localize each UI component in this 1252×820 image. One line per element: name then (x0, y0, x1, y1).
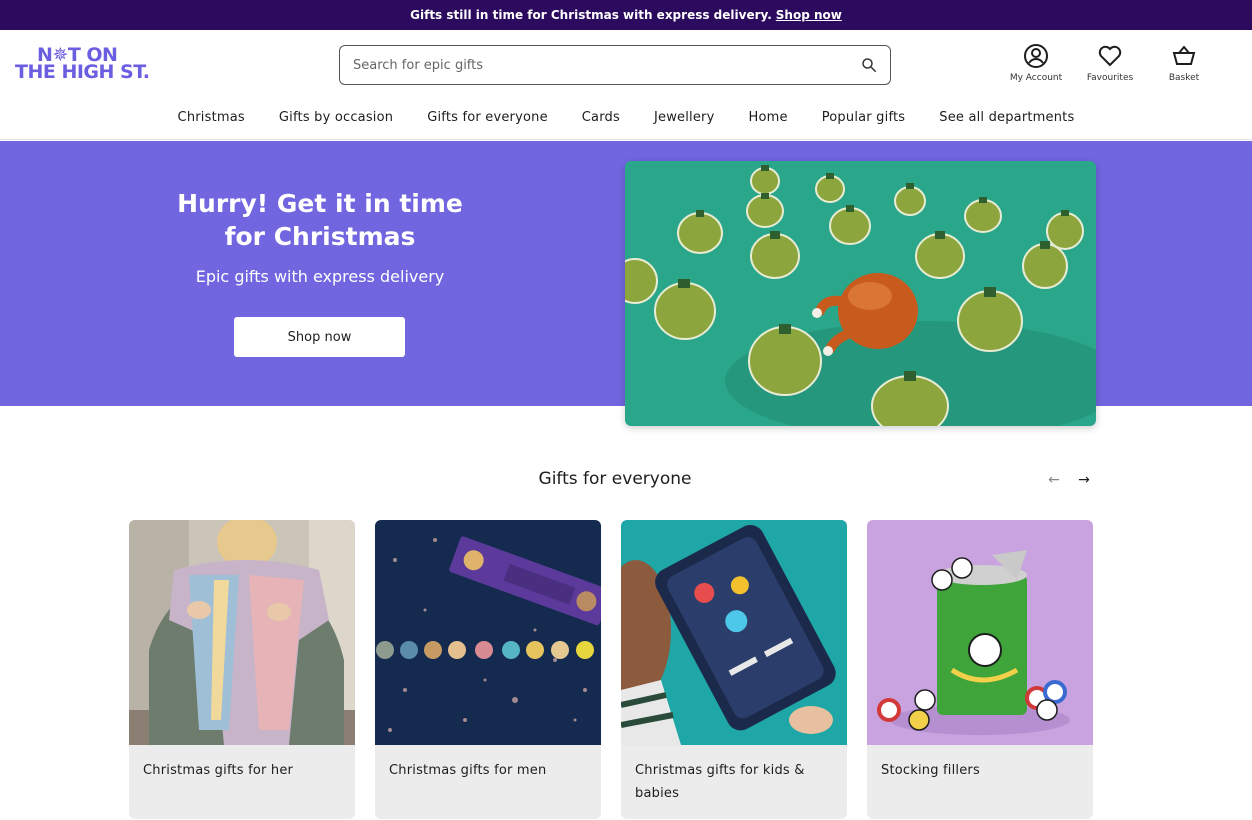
hero-title: Hurry! Get it in time for Christmas (177, 189, 463, 251)
search-icon[interactable] (860, 56, 878, 74)
basket-label: Basket (1168, 73, 1200, 83)
site-logo[interactable]: N✵T ON THE HIGH ST. (15, 46, 150, 83)
carousel-controls: ← → (1046, 472, 1092, 488)
hero-shop-now-button[interactable]: Shop now (234, 317, 405, 357)
nav-item-see-all-departments[interactable]: See all departments (922, 103, 1091, 133)
card-label: Christmas gifts for men (389, 763, 547, 778)
hero-subtitle: Epic gifts with express delivery (195, 267, 445, 286)
site-header: N✵T ON THE HIGH ST. My Account Favourite… (0, 30, 1252, 140)
nav-item-home[interactable]: Home (732, 103, 805, 133)
category-card-gifts-for-kids[interactable]: Christmas gifts for kids & babies (621, 520, 847, 819)
basket-icon (1172, 45, 1196, 65)
card-label: Christmas gifts for her (143, 763, 294, 778)
promo-bar: Gifts still in time for Christmas with e… (0, 0, 1252, 30)
favourites-button[interactable]: Favourites (1080, 43, 1140, 83)
category-card-gifts-for-her[interactable]: Christmas gifts for her (129, 520, 355, 819)
arrow-left-icon[interactable]: ← (1046, 472, 1062, 488)
search-bar (339, 45, 891, 85)
heart-icon (1098, 45, 1122, 67)
category-card-gifts-for-men[interactable]: Christmas gifts for men (375, 520, 601, 819)
nav-item-gifts-by-occasion[interactable]: Gifts by occasion (262, 103, 410, 133)
nav-item-cards[interactable]: Cards (565, 103, 637, 133)
arrow-right-icon[interactable]: → (1076, 472, 1092, 488)
my-account-button[interactable]: My Account (1006, 43, 1066, 83)
header-utilities: My Account Favourites Basket (1006, 43, 1214, 83)
hero-image[interactable] (625, 161, 1096, 426)
nav-item-christmas[interactable]: Christmas (161, 103, 262, 133)
favourites-label: Favourites (1086, 73, 1134, 83)
search-input[interactable] (353, 57, 860, 73)
promo-text: Gifts still in time for Christmas with e… (410, 8, 772, 22)
card-image-chocolate-planets (375, 520, 601, 745)
sprout-candles-illustration (625, 161, 1096, 426)
my-account-label: My Account (1009, 73, 1063, 83)
logo-line-2: THE HIGH ST. (15, 61, 150, 83)
card-image-scarf (129, 520, 355, 745)
card-image-football-tin (867, 520, 1093, 745)
card-image-pinball (621, 520, 847, 745)
promo-shop-now-link[interactable]: Shop now (776, 8, 842, 22)
basket-button[interactable]: Basket (1154, 43, 1214, 83)
card-label: Christmas gifts for kids & babies (635, 763, 805, 801)
nav-item-jewellery[interactable]: Jewellery (637, 103, 732, 133)
nav-item-popular-gifts[interactable]: Popular gifts (805, 103, 923, 133)
category-cards: Christmas gifts for her Christmas gifts … (129, 520, 1093, 819)
account-icon (1024, 44, 1048, 68)
nav-item-gifts-for-everyone[interactable]: Gifts for everyone (410, 103, 565, 133)
main-navigation: Christmas Gifts by occasion Gifts for ev… (0, 103, 1252, 133)
category-card-stocking-fillers[interactable]: Stocking fillers (867, 520, 1093, 819)
card-label: Stocking fillers (881, 763, 980, 778)
hero-banner: Hurry! Get it in time for Christmas Epic… (0, 141, 1252, 426)
